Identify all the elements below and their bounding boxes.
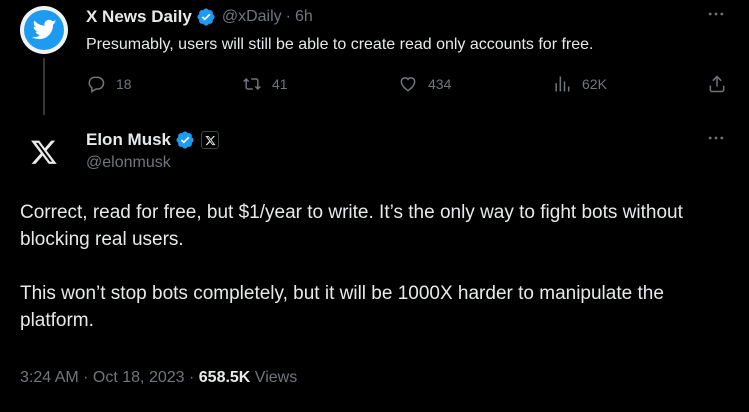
repost-count: 41 — [272, 76, 288, 92]
more-horizontal-icon — [708, 12, 724, 16]
analytics-icon — [555, 76, 570, 92]
reply-count: 18 — [116, 76, 132, 92]
more-horizontal-icon — [708, 136, 724, 140]
tweet-time[interactable]: 6h — [295, 8, 313, 26]
parent-tweet-actions: 18 41 434 62K — [86, 74, 731, 100]
more-options-button[interactable] — [706, 4, 726, 29]
avatar-elonmusk[interactable] — [20, 128, 68, 176]
parent-tweet-header: X News Daily @xDaily · 6h — [86, 6, 313, 28]
more-options-button[interactable] — [706, 128, 726, 153]
like-button[interactable]: 434 — [398, 74, 451, 94]
tweet-paragraph: Correct, read for free, but $1/year to w… — [20, 202, 683, 250]
repost-icon — [243, 77, 261, 91]
parent-tweet-text: Presumably, users will still be able to … — [86, 36, 594, 53]
views-label: Views — [250, 369, 298, 386]
verified-badge-icon[interactable] — [175, 130, 195, 150]
share-icon — [709, 75, 725, 93]
reply-button[interactable]: 18 — [86, 74, 132, 94]
x-logo-icon — [31, 140, 57, 164]
share-button[interactable] — [707, 74, 737, 94]
author-handle[interactable]: @xDaily — [222, 8, 282, 26]
views-count: 62K — [582, 76, 607, 92]
main-tweet-text: Correct, read for free, but $1/year to w… — [20, 199, 730, 334]
reply-icon — [88, 76, 105, 93]
author-name[interactable]: X News Daily — [86, 7, 192, 27]
views-button[interactable]: 62K — [552, 74, 607, 94]
avatar-xdaily[interactable] — [20, 6, 68, 54]
author-handle[interactable]: @elonmusk — [86, 154, 171, 172]
repost-button[interactable]: 41 — [242, 74, 288, 94]
affiliate-badge[interactable] — [201, 131, 220, 149]
tweet-timestamp[interactable]: 3:24 AM · Oct 18, 2023 · — [20, 369, 199, 386]
thread-connector — [43, 58, 45, 115]
heart-icon — [400, 77, 416, 92]
views-count: 658.5K — [198, 369, 251, 386]
tweet-paragraph: This won’t stop bots completely, but it … — [20, 283, 664, 331]
twitter-bird-icon — [31, 19, 57, 40]
main-tweet-header: Elon Musk — [86, 129, 220, 151]
author-name[interactable]: Elon Musk — [86, 130, 171, 150]
like-count: 434 — [428, 76, 452, 92]
tweet-meta: 3:24 AM · Oct 18, 2023 · 658.5K Views — [20, 369, 297, 387]
x-logo-icon — [204, 135, 216, 145]
separator-dot: · — [285, 8, 291, 25]
verified-badge-icon[interactable] — [196, 7, 216, 27]
